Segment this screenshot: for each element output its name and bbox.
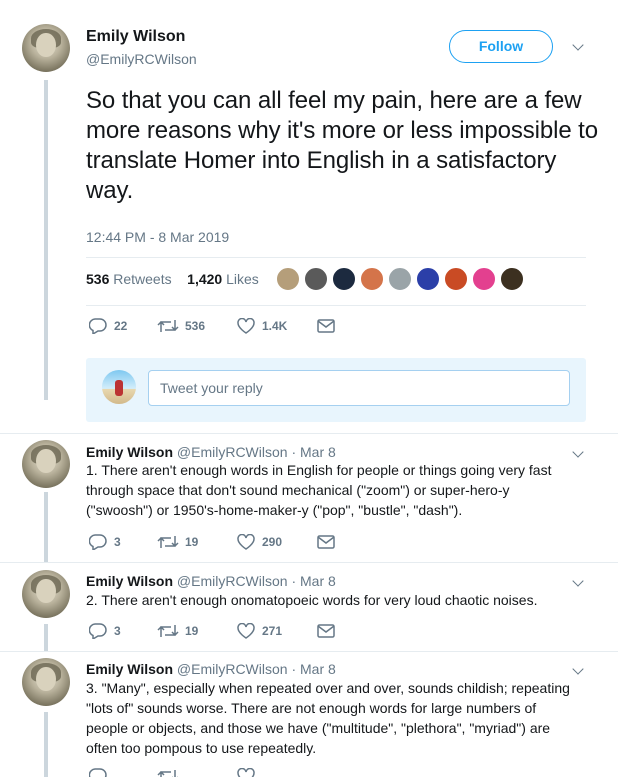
author-handle[interactable]: @EmilyRCWilson (86, 51, 197, 67)
reply-text: 2. There aren't enough onomatopoeic word… (86, 592, 538, 608)
chevron-down-icon[interactable] (572, 663, 584, 675)
heart-icon (237, 318, 255, 334)
reply-action[interactable]: 3 (89, 623, 157, 639)
message-action[interactable] (317, 535, 335, 549)
chevron-down-icon[interactable] (572, 446, 584, 458)
retweet-icon (157, 625, 179, 637)
chevron-down-icon[interactable] (572, 575, 584, 587)
envelope-icon (317, 319, 335, 333)
author-handle-date[interactable]: @EmilyRCWilson · Mar 8 (177, 444, 336, 460)
divider (0, 562, 618, 563)
retweet-action[interactable]: 536 (157, 318, 237, 334)
thread-line (44, 80, 48, 400)
reply-text: 1. There aren't enough words in English … (86, 462, 552, 518)
liker-avatar[interactable] (359, 266, 385, 292)
like-action[interactable]: 271 (237, 623, 317, 639)
author-handle-date[interactable]: @EmilyRCWilson · Mar 8 (177, 573, 336, 589)
divider (86, 305, 586, 306)
reply-text: 3. "Many", especially when repeated over… (86, 680, 570, 756)
divider (0, 433, 618, 434)
retweet-icon (157, 770, 178, 777)
reply-action[interactable]: 3 (89, 534, 157, 550)
author-name[interactable]: Emily Wilson (86, 573, 173, 589)
liker-avatar[interactable] (499, 266, 525, 292)
avatar[interactable] (22, 658, 70, 706)
heart-icon (237, 534, 255, 550)
likes-stat[interactable]: 1,420 Likes (187, 271, 259, 287)
message-action[interactable] (317, 624, 335, 638)
liker-avatar[interactable] (471, 266, 497, 292)
liker-avatar[interactable] (443, 266, 469, 292)
envelope-icon (317, 535, 335, 549)
retweet-icon (157, 320, 179, 332)
liker-avatar[interactable] (303, 266, 329, 292)
author-name[interactable]: Emily Wilson (86, 444, 173, 460)
message-action[interactable] (317, 319, 335, 333)
tweet-text: So that you can all feel my pain, here a… (86, 87, 598, 204)
divider (86, 257, 586, 258)
like-action[interactable]: 290 (237, 534, 317, 550)
engagement-stats: 536 Retweets 1,420 Likes (86, 271, 259, 287)
heart-icon (237, 768, 255, 777)
tweet-actions: 3 19 271 (89, 623, 335, 639)
reply-icon (89, 623, 107, 639)
user-avatar (102, 370, 136, 404)
divider (0, 651, 618, 652)
reply-header: Emily Wilson @EmilyRCWilson · Mar 8 (86, 444, 336, 460)
liker-avatar[interactable] (331, 266, 357, 292)
heart-icon (237, 623, 255, 639)
reply-input[interactable]: Tweet your reply (148, 370, 570, 406)
avatar[interactable] (22, 570, 70, 618)
like-action[interactable]: 1.4K (237, 318, 317, 334)
retweets-stat[interactable]: 536 Retweets (86, 271, 172, 287)
avatar[interactable] (22, 440, 70, 488)
reply-icon (89, 318, 107, 334)
retweet-icon (157, 536, 179, 548)
tweet-actions: 3 19 290 (89, 534, 335, 550)
tweet-actions: 22 536 1.4K (89, 318, 335, 334)
reply-icon (89, 768, 107, 777)
reply-icon (89, 534, 107, 550)
reply-header: Emily Wilson @EmilyRCWilson · Mar 8 (86, 573, 336, 589)
retweet-action[interactable]: 19 (157, 623, 237, 639)
liker-avatar[interactable] (387, 266, 413, 292)
chevron-down-icon[interactable] (572, 39, 584, 51)
envelope-icon (317, 624, 335, 638)
reply-action[interactable]: 22 (89, 318, 157, 334)
thread-line (44, 712, 48, 777)
thread-line (44, 492, 48, 562)
like-action[interactable] (237, 768, 317, 777)
reply-composer: Tweet your reply (86, 358, 586, 422)
thread-line (44, 624, 48, 652)
reply-header: Emily Wilson @EmilyRCWilson · Mar 8 (86, 661, 336, 677)
reply-action[interactable] (89, 768, 157, 777)
follow-button[interactable]: Follow (449, 30, 553, 63)
tweet-actions (89, 768, 317, 777)
avatar[interactable] (22, 24, 70, 72)
liker-avatar[interactable] (275, 266, 301, 292)
author-handle-date[interactable]: @EmilyRCWilson · Mar 8 (177, 661, 336, 677)
author-name[interactable]: Emily Wilson (86, 28, 185, 46)
liker-avatar[interactable] (415, 266, 441, 292)
retweet-action[interactable] (157, 768, 237, 777)
author-name[interactable]: Emily Wilson (86, 661, 173, 677)
tweet-timestamp[interactable]: 12:44 PM - 8 Mar 2019 (86, 229, 229, 245)
retweet-action[interactable]: 19 (157, 534, 237, 550)
